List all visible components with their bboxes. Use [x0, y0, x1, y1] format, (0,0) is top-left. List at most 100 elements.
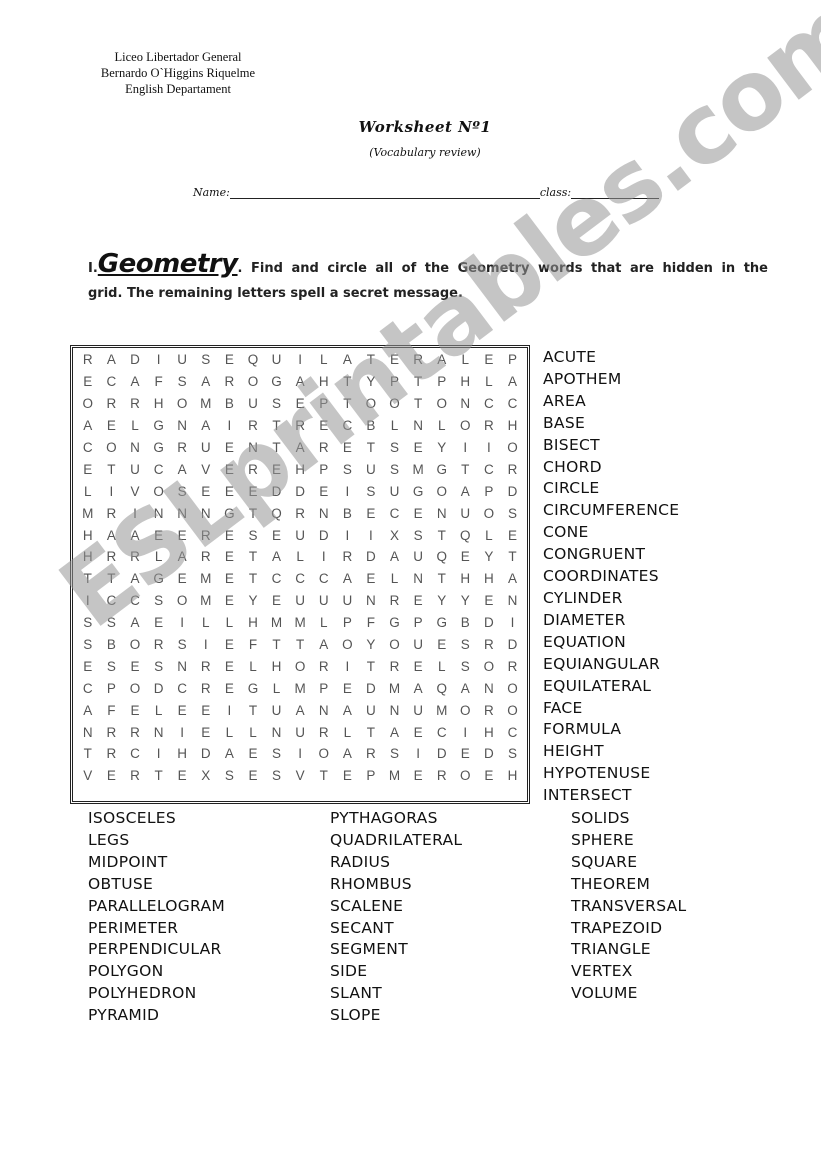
- grid-cell[interactable]: O: [383, 634, 407, 656]
- grid-cell[interactable]: O: [100, 437, 124, 459]
- grid-cell[interactable]: L: [477, 371, 501, 393]
- grid-cell[interactable]: N: [359, 590, 383, 612]
- grid-cell[interactable]: M: [430, 699, 454, 721]
- grid-cell[interactable]: C: [265, 568, 289, 590]
- grid-cell[interactable]: P: [359, 765, 383, 787]
- grid-cell[interactable]: S: [336, 458, 360, 480]
- grid-cell[interactable]: U: [123, 458, 147, 480]
- grid-cell[interactable]: D: [501, 634, 525, 656]
- grid-cell[interactable]: S: [218, 765, 242, 787]
- grid-cell[interactable]: G: [218, 502, 242, 524]
- grid-cell[interactable]: I: [218, 415, 242, 437]
- grid-cell[interactable]: T: [336, 393, 360, 415]
- grid-cell[interactable]: S: [194, 349, 218, 371]
- grid-cell[interactable]: S: [501, 743, 525, 765]
- grid-cell[interactable]: E: [477, 590, 501, 612]
- grid-cell[interactable]: C: [288, 568, 312, 590]
- grid-cell[interactable]: O: [501, 677, 525, 699]
- grid-cell[interactable]: E: [194, 480, 218, 502]
- grid-cell[interactable]: A: [288, 699, 312, 721]
- grid-cell[interactable]: E: [312, 415, 336, 437]
- grid-cell[interactable]: U: [312, 590, 336, 612]
- grid-cell[interactable]: S: [359, 480, 383, 502]
- grid-cell[interactable]: L: [147, 546, 171, 568]
- grid-cell[interactable]: T: [359, 437, 383, 459]
- grid-cell[interactable]: S: [170, 634, 194, 656]
- grid-cell[interactable]: N: [170, 655, 194, 677]
- grid-cell[interactable]: R: [241, 415, 265, 437]
- grid-cell[interactable]: A: [312, 634, 336, 656]
- grid-cell[interactable]: R: [406, 349, 430, 371]
- grid-cell[interactable]: E: [454, 743, 478, 765]
- grid-cell[interactable]: U: [406, 546, 430, 568]
- grid-cell[interactable]: O: [170, 393, 194, 415]
- grid-cell[interactable]: T: [359, 349, 383, 371]
- grid-cell[interactable]: Y: [477, 546, 501, 568]
- grid-cell[interactable]: R: [194, 524, 218, 546]
- grid-cell[interactable]: R: [430, 765, 454, 787]
- grid-cell[interactable]: I: [477, 437, 501, 459]
- grid-cell[interactable]: T: [359, 721, 383, 743]
- grid-cell[interactable]: G: [147, 415, 171, 437]
- grid-cell[interactable]: I: [147, 743, 171, 765]
- grid-cell[interactable]: I: [312, 546, 336, 568]
- grid-cell[interactable]: L: [265, 677, 289, 699]
- grid-cell[interactable]: I: [454, 437, 478, 459]
- grid-cell[interactable]: R: [312, 437, 336, 459]
- grid-cell[interactable]: E: [477, 349, 501, 371]
- grid-cell[interactable]: Q: [241, 349, 265, 371]
- grid-cell[interactable]: S: [501, 502, 525, 524]
- grid-cell[interactable]: S: [76, 612, 100, 634]
- grid-cell[interactable]: O: [147, 480, 171, 502]
- grid-cell[interactable]: N: [170, 415, 194, 437]
- grid-cell[interactable]: O: [454, 699, 478, 721]
- grid-cell[interactable]: N: [312, 502, 336, 524]
- grid-cell[interactable]: N: [147, 502, 171, 524]
- grid-cell[interactable]: E: [76, 655, 100, 677]
- grid-cell[interactable]: D: [477, 743, 501, 765]
- grid-cell[interactable]: R: [76, 349, 100, 371]
- class-blank[interactable]: [571, 186, 660, 199]
- grid-cell[interactable]: A: [288, 437, 312, 459]
- grid-cell[interactable]: E: [218, 546, 242, 568]
- grid-cell[interactable]: R: [170, 437, 194, 459]
- grid-cell[interactable]: T: [430, 524, 454, 546]
- grid-cell[interactable]: C: [100, 371, 124, 393]
- grid-cell[interactable]: R: [288, 502, 312, 524]
- grid-cell[interactable]: V: [194, 458, 218, 480]
- grid-cell[interactable]: A: [123, 371, 147, 393]
- grid-cell[interactable]: E: [336, 765, 360, 787]
- grid-cell[interactable]: A: [501, 371, 525, 393]
- grid-cell[interactable]: S: [383, 437, 407, 459]
- grid-cell[interactable]: M: [194, 568, 218, 590]
- grid-cell[interactable]: D: [501, 480, 525, 502]
- grid-cell[interactable]: R: [336, 546, 360, 568]
- grid-cell[interactable]: M: [383, 765, 407, 787]
- grid-cell[interactable]: L: [312, 349, 336, 371]
- grid-cell[interactable]: I: [194, 634, 218, 656]
- grid-cell[interactable]: O: [454, 765, 478, 787]
- grid-cell[interactable]: C: [170, 677, 194, 699]
- grid-cell[interactable]: E: [100, 765, 124, 787]
- grid-cell[interactable]: U: [336, 590, 360, 612]
- grid-cell[interactable]: T: [265, 415, 289, 437]
- grid-cell[interactable]: R: [218, 371, 242, 393]
- grid-cell[interactable]: H: [454, 371, 478, 393]
- grid-cell[interactable]: A: [170, 458, 194, 480]
- grid-cell[interactable]: E: [406, 655, 430, 677]
- grid-cell[interactable]: O: [170, 590, 194, 612]
- grid-cell[interactable]: I: [336, 655, 360, 677]
- grid-cell[interactable]: L: [383, 568, 407, 590]
- grid-cell[interactable]: O: [336, 634, 360, 656]
- grid-cell[interactable]: S: [406, 524, 430, 546]
- grid-cell[interactable]: O: [383, 393, 407, 415]
- grid-cell[interactable]: A: [123, 568, 147, 590]
- grid-cell[interactable]: G: [430, 612, 454, 634]
- grid-cell[interactable]: A: [123, 524, 147, 546]
- grid-cell[interactable]: R: [123, 546, 147, 568]
- grid-cell[interactable]: T: [100, 568, 124, 590]
- grid-cell[interactable]: O: [76, 393, 100, 415]
- grid-cell[interactable]: I: [288, 743, 312, 765]
- grid-cell[interactable]: Y: [359, 371, 383, 393]
- grid-cell[interactable]: Y: [241, 590, 265, 612]
